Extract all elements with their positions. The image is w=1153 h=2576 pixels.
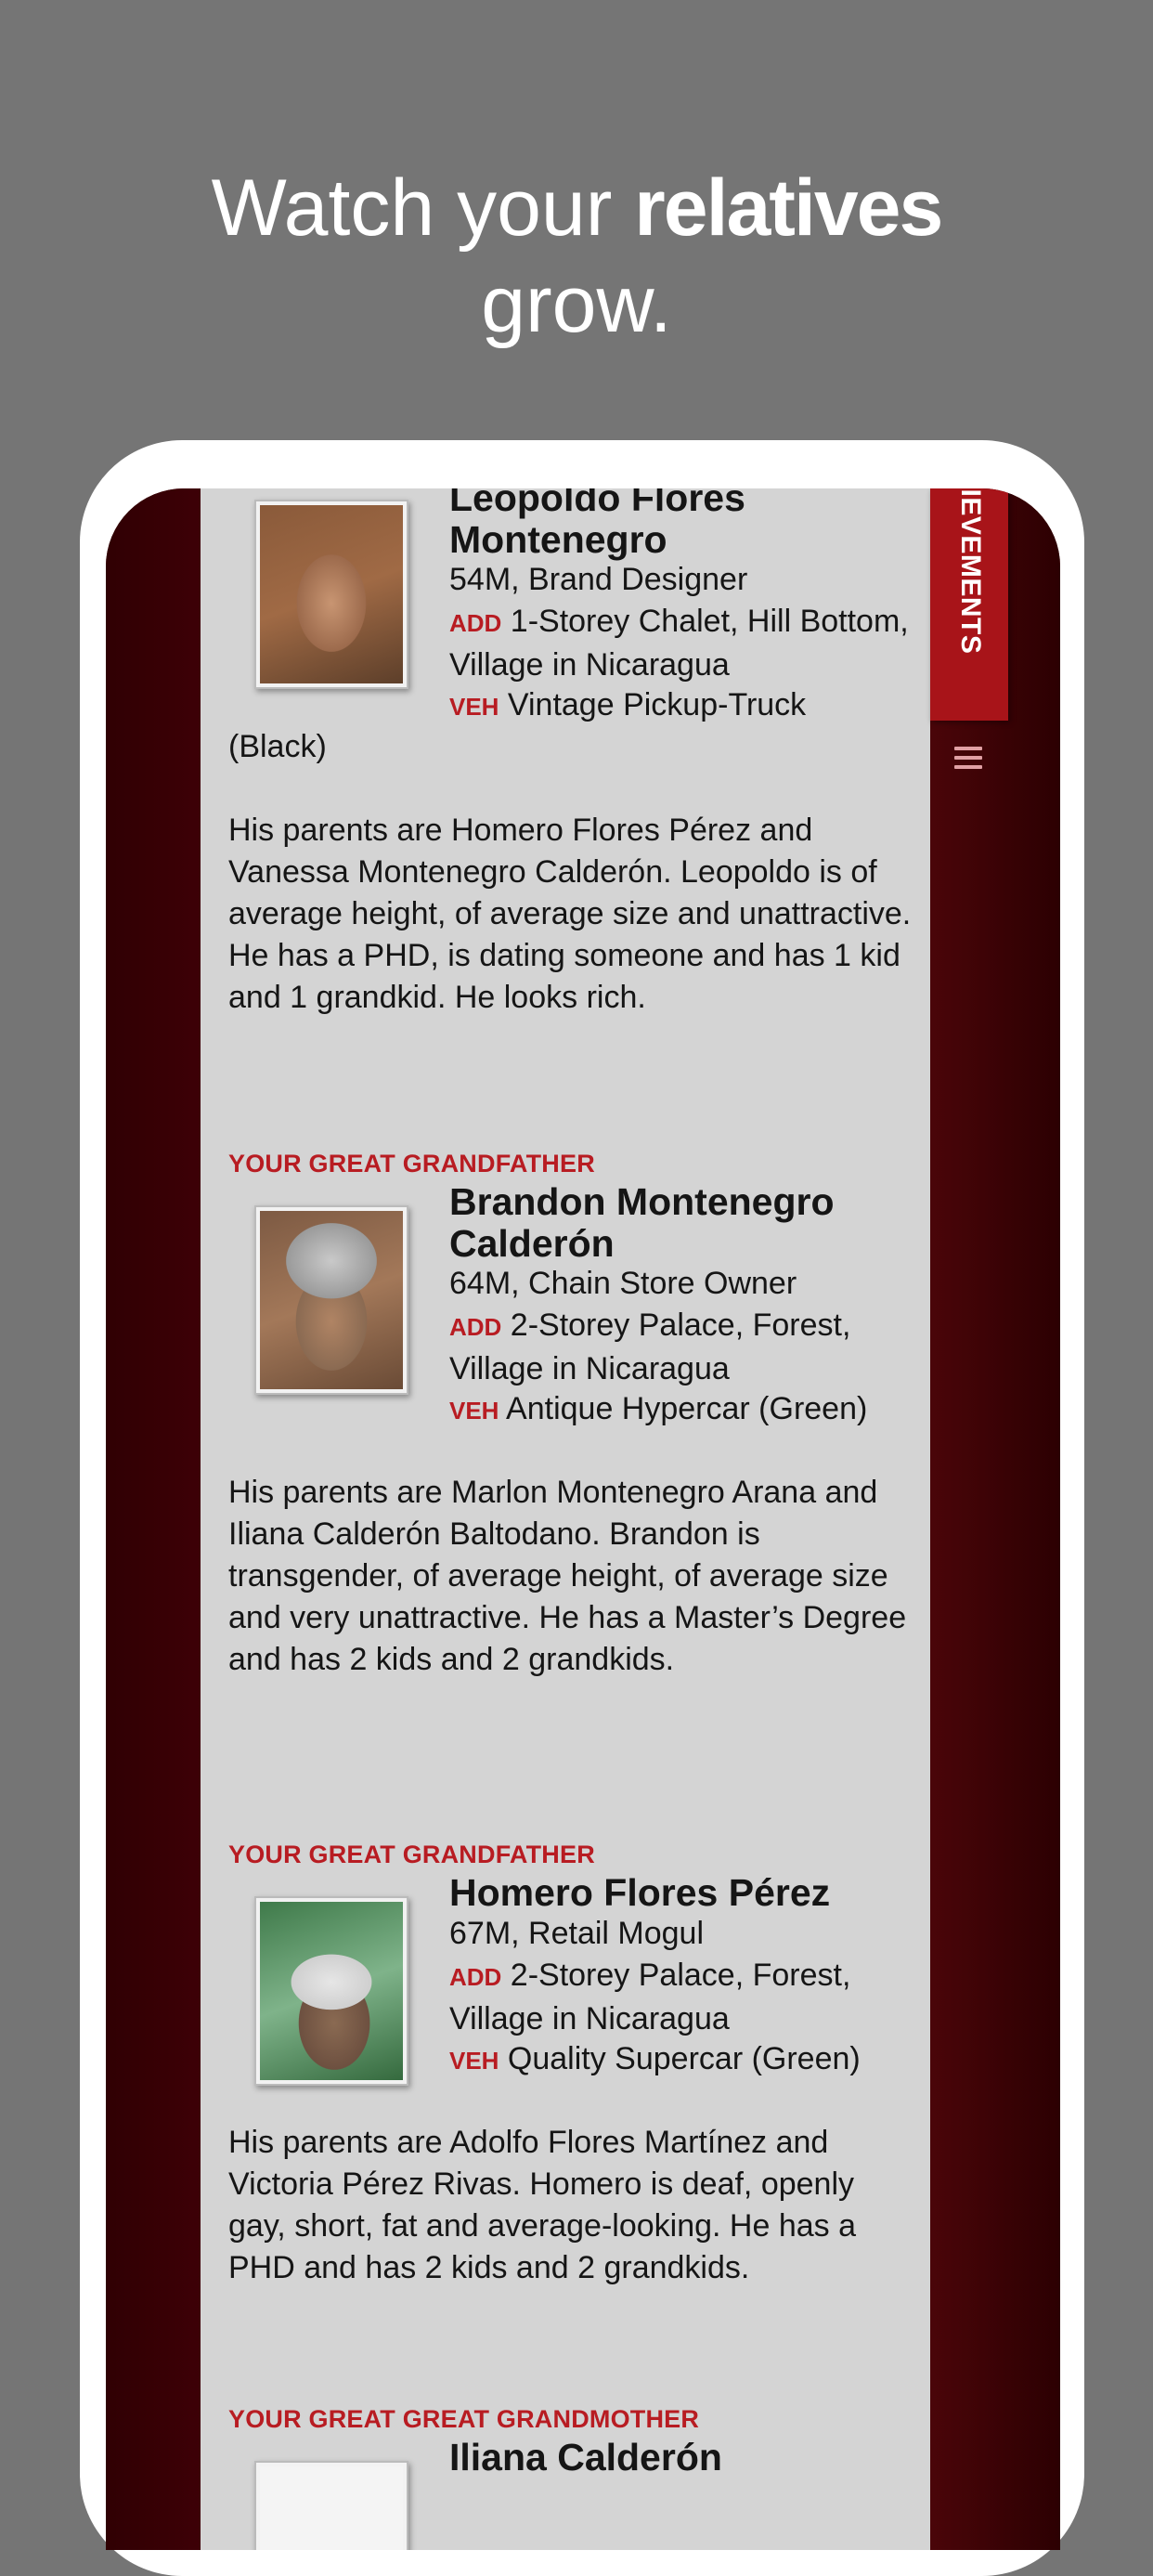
portrait-image [254, 500, 408, 689]
relatives-list[interactable]: Leopoldo Flores Montenegro 54M, Brand De… [201, 488, 930, 2550]
address-tag: ADD [449, 609, 502, 637]
vehicle-tag: VEH [449, 693, 499, 721]
address-info: ADD 2-Storey Palace, Forest, Village in … [449, 1308, 851, 1386]
age-job: 64M, Chain Store Owner [449, 1266, 797, 1301]
relation-label: YOUR GREAT GREAT GRANDMOTHER [228, 2405, 700, 2433]
headline-line-1: Watch your relatives [211, 163, 944, 253]
headline-line-2: grow. [481, 260, 672, 349]
relative-name: Leopoldo Flores Montenegro [449, 488, 745, 561]
portrait-image [254, 1896, 408, 2086]
relative-name: Iliana Calderón [449, 2436, 722, 2478]
address-tag: ADD [449, 1963, 502, 1991]
face-icon [260, 2466, 403, 2550]
vehicle-info: VEH Vintage Pickup-Truck [449, 687, 807, 722]
face-icon [260, 1211, 403, 1389]
relative-bio: His parents are Marlon Montenegro Arana … [228, 1475, 907, 1677]
address-tag: ADD [449, 1313, 502, 1341]
portrait-image [254, 2461, 408, 2550]
face-icon [260, 505, 403, 683]
vehicle-info: VEH Antique Hypercar (Green) [449, 1391, 868, 1426]
vehicle-tag: VEH [449, 2047, 499, 2075]
promo-headline: Watch your relatives grow. [0, 160, 1153, 353]
hamburger-icon[interactable] [954, 747, 982, 771]
app-screen: Leopoldo Flores Montenegro 54M, Brand De… [106, 488, 1060, 2550]
address-info: ADD 1-Storey Chalet, Hill Bottom, Villag… [449, 604, 909, 683]
relative-name: Homero Flores Pérez [449, 1871, 831, 1914]
relative-bio: His parents are Homero Flores Pérez and … [228, 813, 912, 1015]
relative-bio: His parents are Adolfo Flores Martínez a… [228, 2125, 856, 2285]
face-icon [260, 1902, 403, 2080]
achievements-tab[interactable]: ACHIEVEMENTS [930, 488, 1008, 721]
portrait-image [254, 1205, 408, 1395]
vehicle-info-wrap: (Black) [228, 729, 327, 764]
age-job: 67M, Retail Mogul [449, 1916, 705, 1951]
relation-label: YOUR GREAT GRANDFATHER [228, 1150, 595, 1177]
vehicle-tag: VEH [449, 1397, 499, 1425]
vehicle-info: VEH Quality Supercar (Green) [449, 2041, 861, 2076]
achievements-tab-label: ACHIEVEMENTS [955, 488, 986, 655]
age-job: 54M, Brand Designer [449, 562, 748, 597]
headline-bold-word: relatives [634, 163, 943, 253]
relative-name: Brandon Montenegro Calderón [449, 1180, 835, 1265]
left-border [106, 488, 201, 2550]
right-border [930, 488, 1060, 2550]
relation-label: YOUR GREAT GRANDFATHER [228, 1841, 595, 1868]
address-info: ADD 2-Storey Palace, Forest, Village in … [449, 1958, 851, 2036]
